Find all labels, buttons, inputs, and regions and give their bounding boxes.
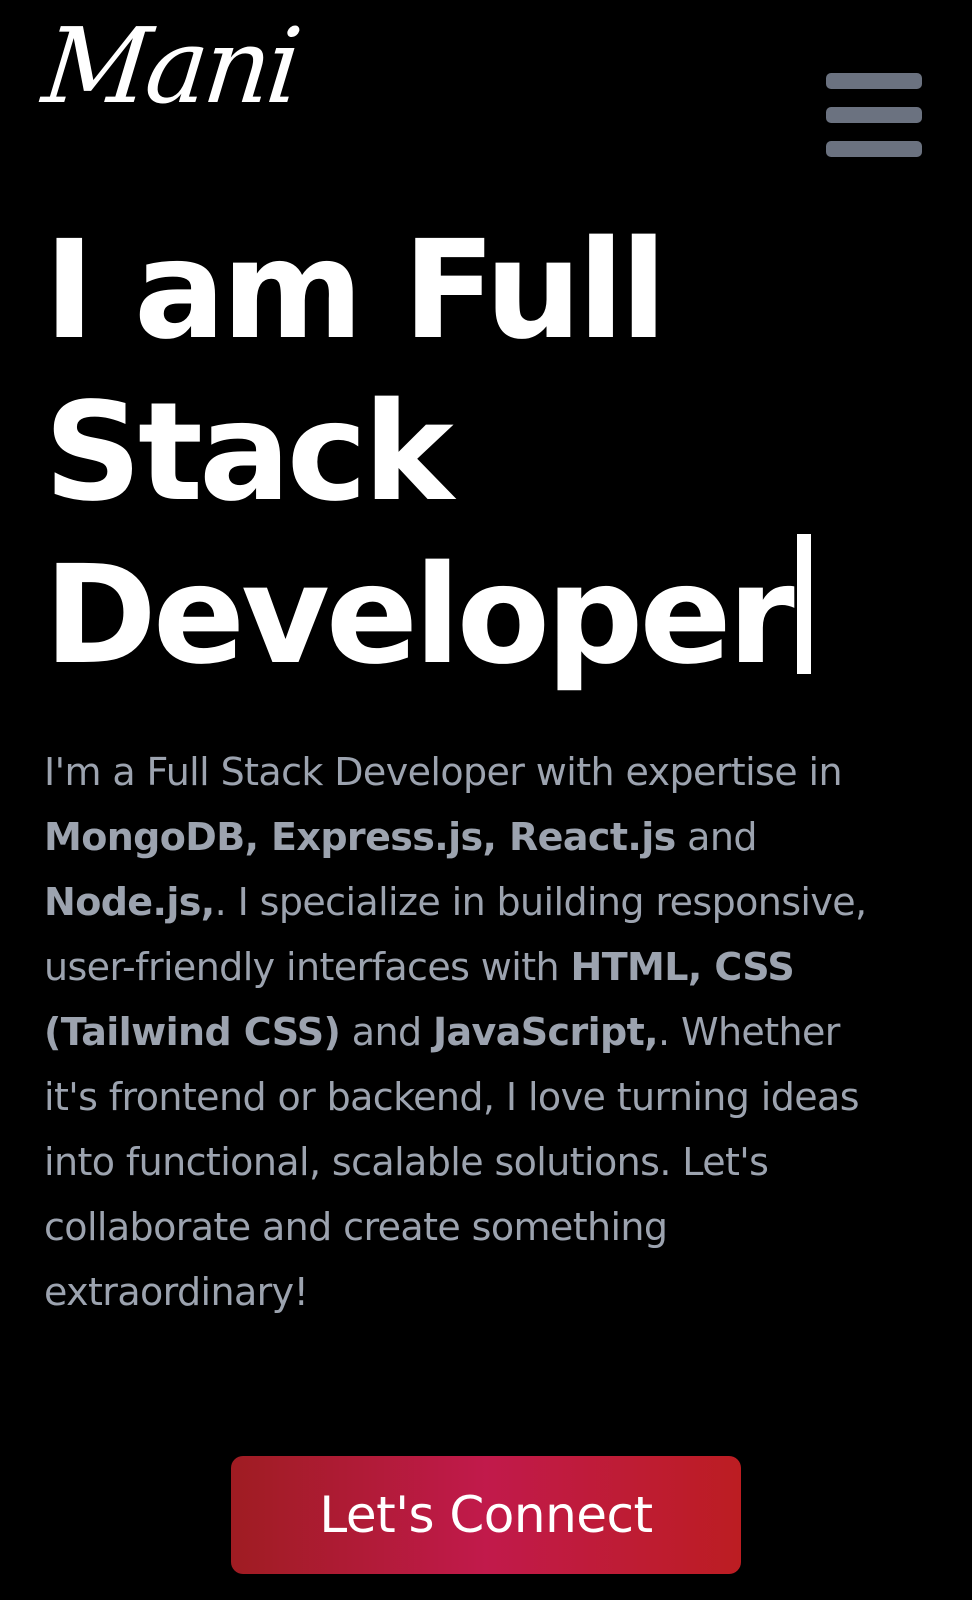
hamburger-menu-icon[interactable] [826,72,922,158]
intro-highlight: Node.js, [44,880,215,924]
hero-title-line3: Developer [44,537,795,695]
hero-title-line1: I am Full [44,212,667,370]
intro-text: . Whether it's frontend or backend, I lo… [44,1010,860,1314]
intro-highlight: MongoDB, Express.js, React.js [44,815,676,859]
intro-text: I'm a Full Stack Developer with expertis… [44,750,843,794]
site-header: Mani [0,0,972,180]
hero-title-line2: Stack [44,374,454,532]
typing-cursor [796,534,811,674]
lets-connect-button[interactable]: Let's Connect [231,1456,741,1574]
hero-title: I am Full Stack Developer [44,210,944,697]
logo[interactable]: Mani [38,5,304,127]
intro-highlight: JavaScript, [432,1010,659,1054]
menu-bar [826,73,922,89]
menu-bar [826,107,922,123]
intro-paragraph: I'm a Full Stack Developer with expertis… [44,740,904,1325]
intro-text: and [340,1010,433,1054]
intro-text: and [675,815,757,859]
menu-bar [826,141,922,157]
